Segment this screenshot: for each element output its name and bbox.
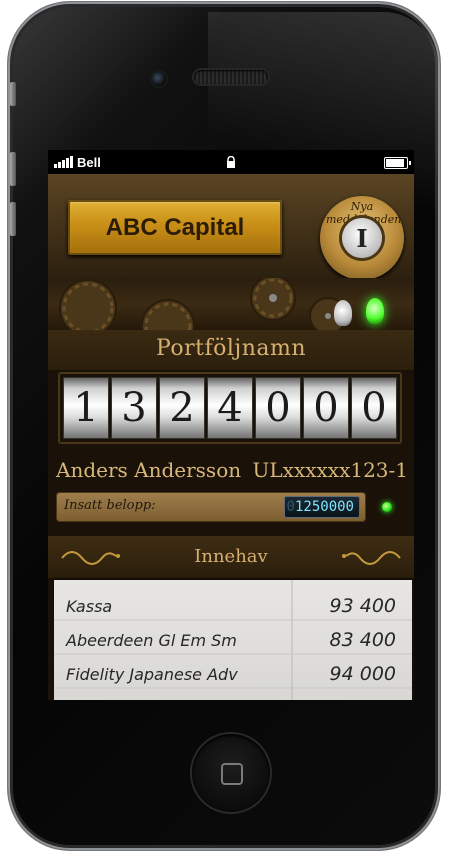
lock-icon [227,156,235,168]
bulb-icon [334,300,352,326]
dial-face: I [342,218,382,258]
holdings-header: Innehav [48,536,414,578]
list-item[interactable]: Kassa 93 400 [66,590,396,622]
led-indicator-icon [382,502,392,512]
owner-row: Anders Andersson ULxxxxxx123-1 [56,458,408,488]
holding-name: Kassa [66,596,113,616]
list-item[interactable]: Abeerdeen Gl Em Sm 83 400 [66,624,396,656]
mute-switch [10,82,16,106]
front-camera [152,72,166,86]
messages-dial[interactable]: Nya meddelanden I [312,196,412,280]
phone-frame: Bell ABC Capital Nya meddelanden I [8,2,440,850]
carrier-name: Bell [77,154,101,170]
deposit-display: 01250000 [284,496,360,518]
home-square-icon [221,763,243,785]
holdings-list: Kassa 93 400 Abeerdeen Gl Em Sm 83 400 F… [54,580,412,700]
earpiece-speaker [194,70,268,84]
volume-up-button [10,152,16,186]
bulb-icon [366,298,384,324]
list-item[interactable]: Fidelity Japanese Adv 94 000 [66,658,396,690]
company-plate[interactable]: ABC Capital [68,200,282,255]
portfolio-value-counter: 1 3 2 4 0 0 0 [58,372,402,444]
holding-value: 93 400 [329,595,396,617]
counter-digit: 3 [111,377,157,439]
header-panel: ABC Capital Nya meddelanden I [48,174,414,280]
gear-strip [48,278,414,330]
holding-value: 94 000 [329,663,396,685]
holding-value: 83 400 [329,629,396,651]
deposit-panel: Insatt belopp: 01250000 [56,492,366,522]
deposit-display-ghost: 0 [286,499,295,515]
deposit-label: Insatt belopp: [64,498,156,513]
counter-digit: 0 [303,377,349,439]
counter-digit: 0 [351,377,397,439]
status-bar: Bell [48,150,414,174]
volume-down-button [10,202,16,236]
counter-digit: 2 [159,377,205,439]
portfolio-title-bar: Portföljnamn [48,330,414,370]
holding-name: Abeerdeen Gl Em Sm [66,630,237,650]
owner-name: Anders Andersson [56,458,242,482]
holding-name: Fidelity Japanese Adv [66,664,238,684]
home-button[interactable] [192,734,270,812]
account-id: ULxxxxxx123-1 [252,458,408,482]
counter-digit: 1 [63,377,109,439]
app-screen: Bell ABC Capital Nya meddelanden I [48,150,414,700]
counter-digit: 4 [207,377,253,439]
deposit-amount: 1250000 [294,499,354,515]
holdings-title: Innehav [194,546,268,567]
signal-bars-icon [54,156,73,168]
battery-icon [384,157,411,169]
counter-digit: 0 [255,377,301,439]
gears-decoration [59,278,347,330]
portfolio-title: Portföljnamn [155,336,307,361]
